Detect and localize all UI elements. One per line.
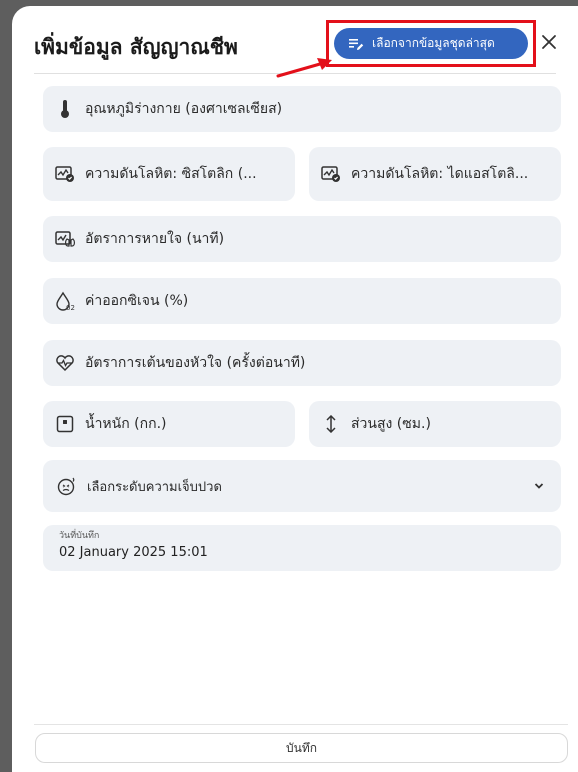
footer-divider <box>34 724 568 725</box>
save-button[interactable]: บันทึก <box>35 733 568 763</box>
record-date-value: 02 January 2025 15:01 <box>59 545 208 560</box>
heart-pulse-icon <box>55 353 75 373</box>
blood-pressure-icon <box>321 164 341 184</box>
temperature-placeholder: อุณหภูมิร่างกาย (องศาเซลเซียส) <box>85 101 283 117</box>
svg-text:02: 02 <box>66 304 75 311</box>
height-placeholder: ส่วนสูง (ซม.) <box>351 416 431 432</box>
list-edit-icon <box>348 36 364 52</box>
oxygen-placeholder: ค่าออกซิเจน (%) <box>85 293 189 309</box>
respiratory-rate-field[interactable]: อัตราการหายใจ (นาที) <box>43 216 561 262</box>
temperature-field[interactable]: อุณหภูมิร่างกาย (องศาเซลเซียส) <box>43 86 561 132</box>
record-date-field[interactable]: วันที่บันทึก 02 January 2025 15:01 <box>43 525 561 571</box>
pain-face-icon <box>57 476 77 496</box>
lungs-icon <box>55 229 75 249</box>
annotation-arrow <box>276 58 332 78</box>
heart-rate-placeholder: อัตราการเต้นของหัวใจ (ครั้งต่อนาที) <box>85 355 306 371</box>
oxygen-drop-icon: 02 <box>55 291 75 311</box>
scale-icon <box>55 414 75 434</box>
height-arrows-icon <box>321 414 341 434</box>
respiratory-rate-placeholder: อัตราการหายใจ (นาที) <box>85 231 225 247</box>
add-vitals-dialog: เพิ่มข้อมูล สัญญาณชีพ เลือกจากข้อมูลชุดล… <box>12 6 578 772</box>
heart-rate-field[interactable]: อัตราการเต้นของหัวใจ (ครั้งต่อนาที) <box>43 340 561 386</box>
close-button[interactable] <box>538 33 560 55</box>
chevron-down-icon <box>533 480 545 492</box>
dialog-title: เพิ่มข้อมูล สัญญาณชีพ <box>34 35 238 59</box>
oxygen-field[interactable]: 02 ค่าออกซิเจน (%) <box>43 278 561 324</box>
pain-level-select[interactable]: เลือกระดับความเจ็บปวด <box>43 460 561 512</box>
close-icon <box>541 34 557 54</box>
bp-systolic-field[interactable]: ความดันโลหิต: ซิสโตลิก (... <box>43 147 295 201</box>
select-latest-data-label: เลือกจากข้อมูลชุดล่าสุด <box>372 36 495 50</box>
blood-pressure-icon <box>55 164 75 184</box>
thermometer-icon <box>55 99 75 119</box>
select-latest-data-button[interactable]: เลือกจากข้อมูลชุดล่าสุด <box>334 28 528 59</box>
weight-placeholder: น้ำหนัก (กก.) <box>85 416 167 432</box>
bp-diastolic-field[interactable]: ความดันโลหิต: ไดแอสโตลิ... <box>309 147 561 201</box>
save-button-label: บันทึก <box>286 740 317 755</box>
bp-diastolic-placeholder: ความดันโลหิต: ไดแอสโตลิ... <box>351 166 529 182</box>
weight-field[interactable]: น้ำหนัก (กก.) <box>43 401 295 447</box>
bp-systolic-placeholder: ความดันโลหิต: ซิสโตลิก (... <box>85 166 257 182</box>
pain-level-placeholder: เลือกระดับความเจ็บปวด <box>87 479 222 495</box>
record-date-label: วันที่บันทึก <box>59 531 100 541</box>
height-field[interactable]: ส่วนสูง (ซม.) <box>309 401 561 447</box>
